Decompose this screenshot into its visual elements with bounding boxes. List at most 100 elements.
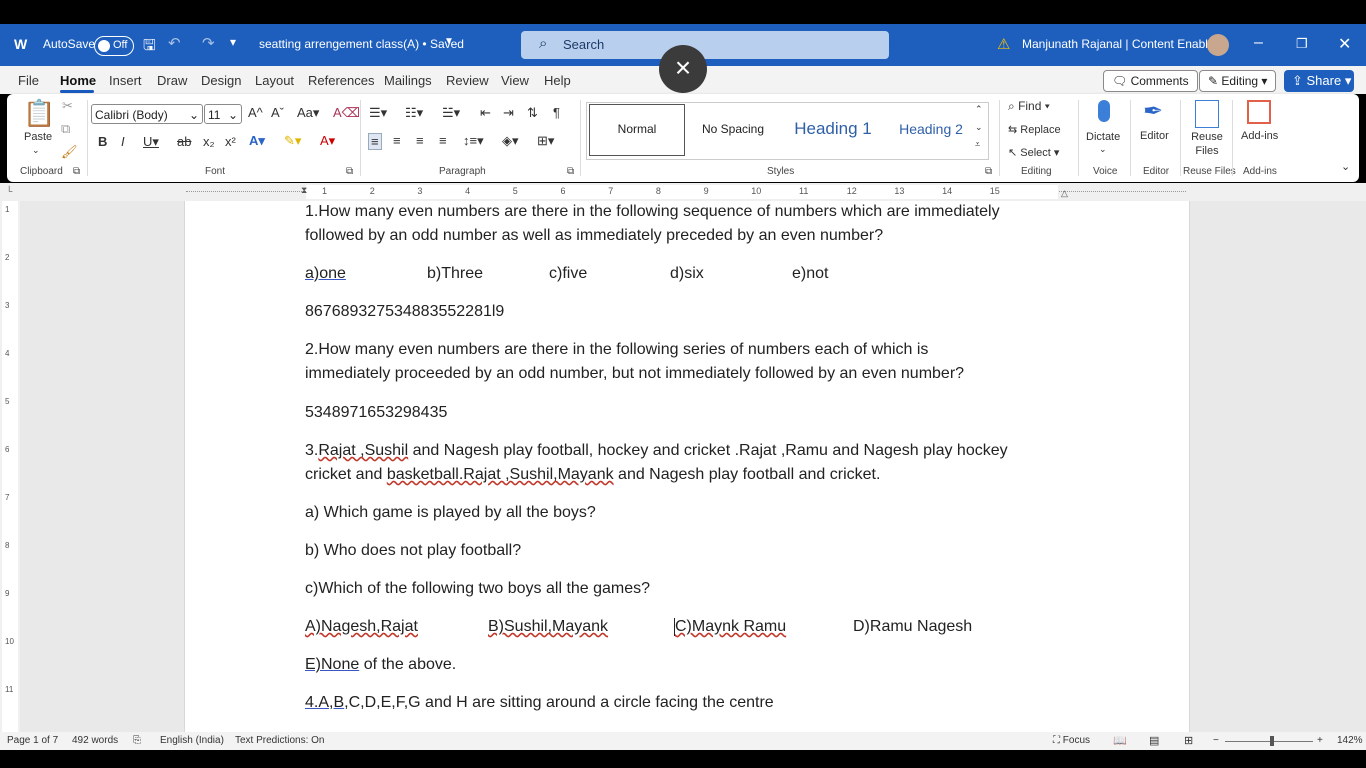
close-overlay-button[interactable]: × bbox=[659, 45, 707, 93]
avatar[interactable] bbox=[1207, 34, 1229, 56]
zoom-in-icon[interactable]: + bbox=[1317, 735, 1323, 746]
read-mode-icon[interactable]: 📖 bbox=[1113, 734, 1127, 747]
style-heading-2[interactable]: Heading 2 bbox=[885, 103, 977, 157]
vertical-ruler[interactable]: 1 2 3 4 5 6 7 8 9 10 11 bbox=[0, 201, 20, 732]
style-heading-1[interactable]: Heading 1 bbox=[783, 103, 883, 157]
replace-button[interactable]: ⇆ Replace bbox=[1008, 123, 1061, 136]
focus-button[interactable]: ⛶ Focus bbox=[1053, 735, 1090, 746]
add-ins-icon[interactable] bbox=[1247, 100, 1271, 124]
numbering-icon[interactable]: ☷▾ bbox=[405, 105, 423, 121]
align-left-icon[interactable]: ≡ bbox=[368, 133, 382, 150]
customize-qat-icon[interactable]: ▾ bbox=[230, 35, 236, 49]
underline-icon[interactable]: U▾ bbox=[143, 134, 159, 150]
restore-icon[interactable]: ❐ bbox=[1296, 36, 1308, 52]
chevron-down-icon[interactable]: ⌄ bbox=[1099, 144, 1107, 155]
line-spacing-icon[interactable]: ↕≡▾ bbox=[463, 133, 484, 149]
tab-home[interactable]: Home bbox=[60, 73, 96, 88]
tab-review[interactable]: Review bbox=[446, 73, 489, 88]
styles-scroll-up-icon[interactable]: ⌃ bbox=[975, 104, 983, 115]
tab-view[interactable]: View bbox=[501, 73, 529, 88]
increase-indent-icon[interactable]: ⇥ bbox=[503, 105, 514, 121]
text-predictions[interactable]: Text Predictions: On bbox=[235, 735, 324, 746]
undo-icon[interactable]: ↶ bbox=[168, 34, 181, 52]
find-button[interactable]: ⌕ Find ▾ bbox=[1008, 99, 1050, 114]
reuse-files-icon[interactable] bbox=[1195, 100, 1219, 128]
dialog-launcher-icon[interactable]: ⧉ bbox=[346, 166, 353, 177]
user-name[interactable]: Manjunath Rajanal | Content Enablers bbox=[1022, 37, 1225, 51]
warning-icon[interactable]: ⚠ bbox=[997, 35, 1010, 53]
indent-marker-icon[interactable]: ⧗ bbox=[301, 185, 307, 196]
print-layout-icon[interactable]: ▤ bbox=[1149, 734, 1159, 747]
decrease-indent-icon[interactable]: ⇤ bbox=[480, 105, 491, 121]
borders-icon[interactable]: ⊞▾ bbox=[537, 133, 554, 149]
tab-draw[interactable]: Draw bbox=[157, 73, 187, 88]
search-box[interactable]: ⌕ Search bbox=[521, 31, 889, 59]
dialog-launcher-icon[interactable]: ⧉ bbox=[567, 166, 574, 177]
paste-label[interactable]: Paste bbox=[24, 131, 52, 143]
chevron-down-icon[interactable]: ▼ bbox=[444, 36, 454, 47]
editor-pen-icon[interactable]: ✒ bbox=[1143, 97, 1163, 126]
select-button[interactable]: ↖ Select ▾ bbox=[1008, 146, 1059, 159]
editor-label[interactable]: Editor bbox=[1140, 130, 1169, 142]
zoom-out-icon[interactable]: − bbox=[1213, 735, 1219, 746]
save-icon[interactable]: 🖫 bbox=[143, 35, 156, 60]
font-size-combo[interactable]: 11 ⌄ bbox=[204, 104, 242, 124]
tab-mailings[interactable]: Mailings bbox=[384, 73, 432, 88]
sort-icon[interactable]: ⇅ bbox=[527, 105, 538, 121]
italic-icon[interactable]: I bbox=[121, 134, 125, 149]
editing-mode-button[interactable]: ✎ Editing ▾ bbox=[1199, 70, 1277, 92]
paste-icon[interactable]: 📋 bbox=[23, 98, 55, 129]
tab-design[interactable]: Design bbox=[201, 73, 241, 88]
add-ins-label[interactable]: Add-ins bbox=[1241, 130, 1278, 142]
word-count[interactable]: 492 words bbox=[72, 735, 118, 746]
document-title[interactable]: seatting arrengement class(A) • Saved bbox=[259, 37, 464, 51]
horizontal-ruler[interactable]: └ ⧗ △ 1 2 3 4 5 6 7 8 9 10 11 12 13 14 15 bbox=[0, 183, 1366, 201]
copy-icon[interactable]: ⧉ bbox=[61, 121, 70, 137]
share-button[interactable]: ⇪ Share ▾ bbox=[1284, 70, 1354, 92]
right-indent-marker-icon[interactable]: △ bbox=[1061, 188, 1068, 199]
styles-more-icon[interactable]: ⩡ bbox=[975, 139, 980, 150]
grow-font-icon[interactable]: A^ bbox=[248, 105, 263, 120]
zoom-slider[interactable] bbox=[1225, 741, 1313, 742]
tab-insert[interactable]: Insert bbox=[109, 73, 142, 88]
zoom-level[interactable]: 142% bbox=[1337, 735, 1363, 746]
web-layout-icon[interactable]: ⊞ bbox=[1184, 734, 1193, 747]
clear-formatting-icon[interactable]: A⌫ bbox=[333, 105, 360, 121]
format-painter-icon[interactable]: 🖌 bbox=[61, 144, 78, 160]
page-count[interactable]: Page 1 of 7 bbox=[7, 735, 58, 746]
change-case-icon[interactable]: Aa▾ bbox=[297, 105, 319, 121]
comments-button[interactable]: 🗨 Comments bbox=[1103, 70, 1198, 92]
multilevel-list-icon[interactable]: ☱▾ bbox=[442, 105, 460, 121]
tab-help[interactable]: Help bbox=[544, 73, 571, 88]
justify-icon[interactable]: ≡ bbox=[439, 133, 447, 148]
proofing-icon[interactable]: ⎘ bbox=[133, 735, 141, 746]
styles-scroll-down-icon[interactable]: ⌄ bbox=[975, 122, 983, 133]
autosave-toggle[interactable]: Off bbox=[94, 36, 134, 56]
close-window-icon[interactable]: ✕ bbox=[1338, 34, 1351, 54]
superscript-icon[interactable]: x² bbox=[225, 134, 236, 149]
shading-icon[interactable]: ◈▾ bbox=[502, 133, 519, 149]
subscript-icon[interactable]: x₂ bbox=[203, 134, 215, 149]
collapse-ribbon-icon[interactable]: ⌄ bbox=[1341, 160, 1350, 173]
align-center-icon[interactable]: ≡ bbox=[393, 133, 401, 148]
align-right-icon[interactable]: ≡ bbox=[416, 133, 424, 148]
show-formatting-icon[interactable]: ¶ bbox=[553, 105, 560, 120]
redo-icon[interactable]: ↷ bbox=[202, 34, 215, 52]
language[interactable]: English (India) bbox=[160, 735, 224, 746]
tab-file[interactable]: File bbox=[18, 73, 39, 88]
minimize-icon[interactable]: – bbox=[1254, 34, 1263, 52]
strikethrough-icon[interactable]: ab bbox=[177, 134, 191, 149]
bold-icon[interactable]: B bbox=[98, 134, 107, 149]
tab-selector-icon[interactable]: └ bbox=[6, 186, 12, 196]
dialog-launcher-icon[interactable]: ⧉ bbox=[73, 166, 80, 177]
style-no-spacing[interactable]: No Spacing bbox=[685, 103, 781, 157]
chevron-down-icon[interactable]: ⌄ bbox=[32, 145, 40, 156]
shrink-font-icon[interactable]: Aˇ bbox=[271, 105, 284, 120]
font-color-icon[interactable]: A▾ bbox=[320, 133, 335, 149]
microphone-icon[interactable] bbox=[1098, 100, 1110, 122]
cut-icon[interactable]: ✂ bbox=[62, 98, 73, 114]
font-name-combo[interactable]: Calibri (Body) ⌄ bbox=[91, 104, 203, 124]
tab-layout[interactable]: Layout bbox=[255, 73, 294, 88]
reuse-files-label[interactable]: Reuse Files bbox=[1188, 130, 1226, 158]
zoom-slider-thumb[interactable] bbox=[1270, 736, 1274, 746]
